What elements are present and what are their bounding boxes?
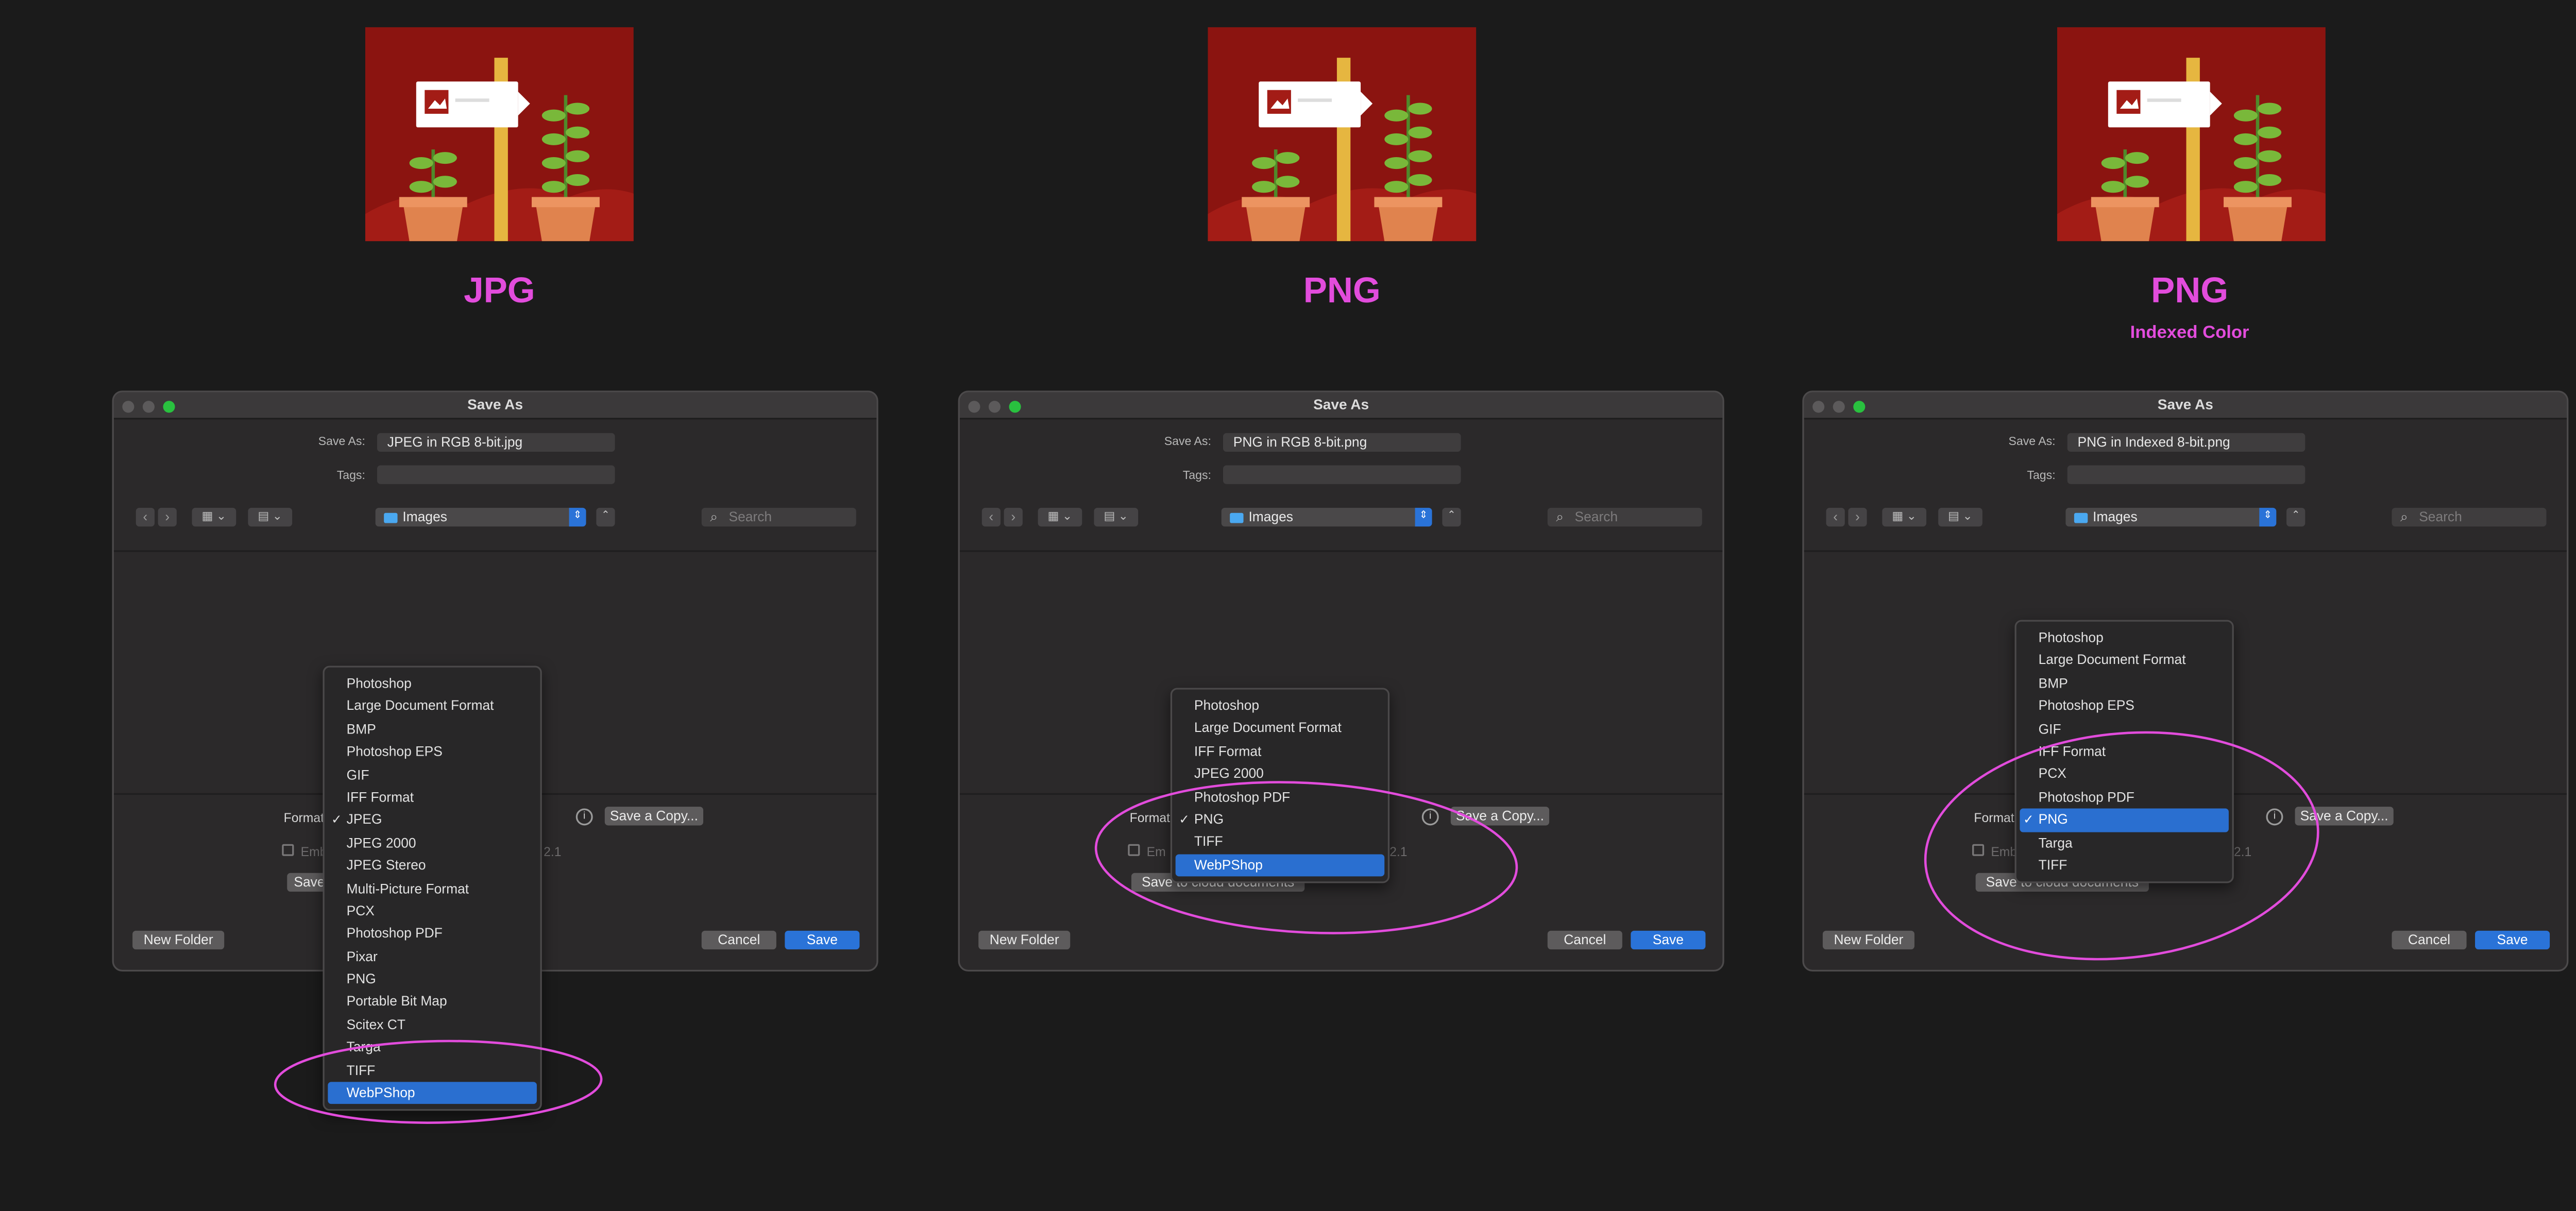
annotation-circle-png-list [1094, 781, 1518, 934]
annotation-circle-webpshop [274, 1039, 603, 1124]
annotation-layer [274, 731, 2319, 1124]
stage: JPG Save As Save As: JPEG in RGB 8-bit.j… [0, 0, 2576, 1211]
annotation-circle-indexed-list [1924, 731, 2319, 961]
